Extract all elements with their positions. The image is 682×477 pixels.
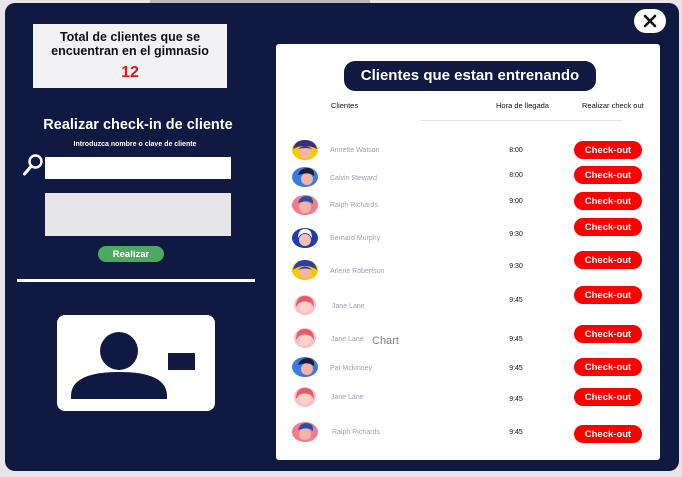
client-row: Calvin Steward 8:00 Check-out [276, 164, 660, 194]
female-avatar-pink-icon [290, 293, 320, 317]
client-row: Pat Mckinney 9:45 Check-out [276, 355, 660, 385]
client-total-count: 12 [121, 64, 139, 81]
client-name: Calvin Steward [330, 175, 378, 182]
client-name: Ralph Richards [332, 429, 380, 436]
male-avatar-pink-icon [290, 193, 320, 217]
arrival-time: 9:45 [509, 336, 523, 343]
female-avatar-yellow-icon [290, 138, 320, 162]
checkout-button[interactable]: Check-out [574, 166, 642, 184]
checkout-button[interactable]: Check-out [574, 141, 642, 159]
search-icon[interactable] [22, 153, 44, 177]
arrival-time: 9:30 [509, 263, 523, 270]
column-header-checkout: Realizar check out [582, 101, 644, 110]
checkin-title: Realizar check-in de cliente [43, 117, 233, 133]
arrival-time: 8:00 [509, 172, 523, 179]
checkout-button[interactable]: Check-out [574, 388, 642, 406]
client-detail-field[interactable] [45, 193, 231, 236]
close-button[interactable] [634, 9, 666, 33]
client-row: Ralph Richards 9:45 Check-out [276, 419, 660, 449]
arrival-time: 9:30 [509, 231, 523, 238]
male-avatar-pink-icon [290, 420, 320, 444]
client-name: Bernard Murphy [330, 235, 381, 242]
app-window: Total de clientes que se encuentran en e… [5, 3, 679, 471]
checkout-button[interactable]: Check-out [574, 251, 642, 269]
client-name: Jane Lane [331, 394, 364, 401]
male-avatar-blue-icon [290, 165, 320, 189]
client-row: Annette Watson 8:00 Check-out [276, 136, 660, 166]
checkin-hint: Introduzca nombre o clave de cliente [73, 141, 197, 148]
client-row: Jane Lane 9:45 Check-out [276, 325, 660, 356]
section-divider [17, 279, 255, 282]
realizar-checkin-button[interactable]: Realizar [98, 246, 164, 262]
female-avatar-pink-icon [290, 326, 320, 350]
checkout-button[interactable]: Check-out [574, 325, 642, 343]
male-avatar-white-hair-icon [290, 226, 320, 250]
arrival-time: 9:45 [509, 365, 523, 372]
arrival-time: 9:45 [509, 396, 523, 403]
checkout-button[interactable]: Check-out [574, 425, 642, 443]
female-avatar-pink-icon [290, 385, 320, 409]
client-name: Jane Lane [332, 303, 365, 310]
checkout-button[interactable]: Check-out [574, 286, 642, 304]
client-name: Arlene Robertson [330, 268, 385, 275]
id-card-user-icon [71, 332, 195, 399]
client-row: Bernard Murphy 9:30 Check-out [276, 218, 660, 254]
client-row: Arlene Robertson 9:30 Check-out [276, 251, 660, 287]
column-header-arrival: Hora de llegada [496, 101, 549, 110]
panel-title: Clientes que estan entrenando [344, 61, 596, 91]
training-clients-panel: Clientes que estan entrenando Clientes H… [276, 44, 660, 460]
client-row: Ralph Richards 9:00 Check-out [276, 191, 660, 221]
column-header-clients: Clientes [331, 101, 359, 110]
close-x-icon [643, 14, 657, 28]
client-search-input[interactable] [45, 157, 231, 179]
client-total-card: Total de clientes que se encuentran en e… [33, 24, 227, 88]
checkout-button[interactable]: Check-out [574, 218, 642, 236]
checkout-button[interactable]: Check-out [574, 358, 642, 376]
arrival-time: 8:00 [509, 147, 523, 154]
client-row: Jane Lane 9:45 Check-out [276, 385, 660, 415]
header-divider [420, 120, 622, 121]
client-name: Jane Lane [331, 336, 364, 343]
client-name: Ralph Richards [330, 202, 378, 209]
female-avatar-yellow-icon [290, 258, 320, 282]
client-row: Jane Lane 9:45 Check-out [276, 286, 660, 322]
client-name: Pat Mckinney [330, 365, 373, 372]
arrival-time: 9:45 [509, 297, 523, 304]
client-name: Annette Watson [330, 147, 380, 154]
arrival-time: 9:45 [509, 429, 523, 436]
male-avatar-blue-icon [290, 355, 320, 379]
arrival-time: 9:00 [509, 198, 523, 205]
checkout-button[interactable]: Check-out [574, 192, 642, 210]
client-id-card [57, 315, 215, 411]
client-total-title: Total de clientes que se encuentran en e… [51, 30, 209, 58]
